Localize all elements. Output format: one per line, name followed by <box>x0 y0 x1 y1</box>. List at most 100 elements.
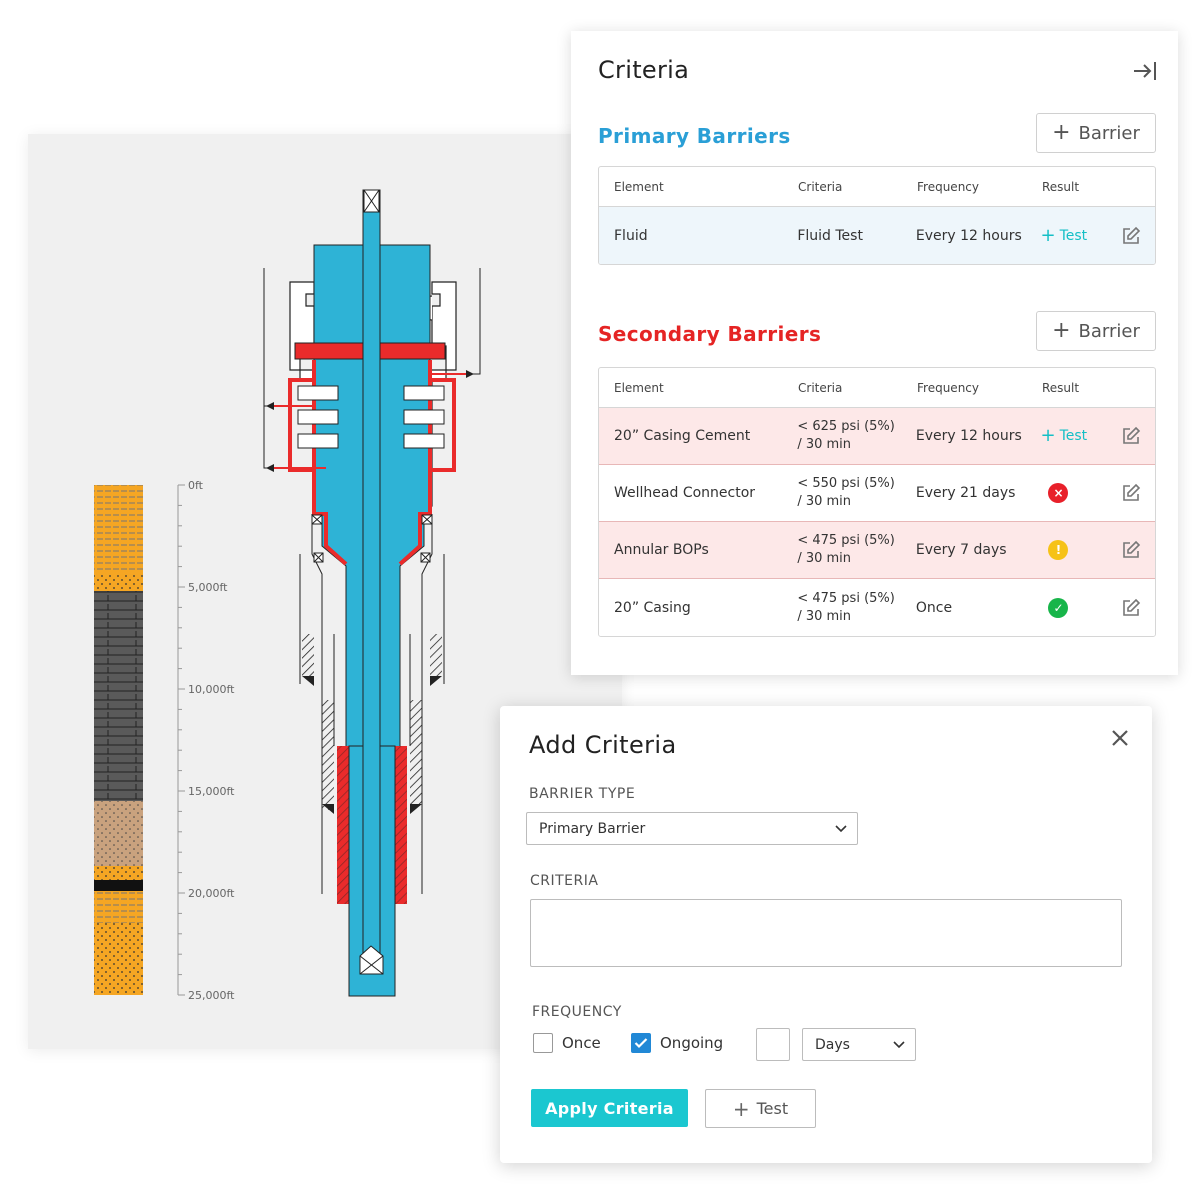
dialog-title: Add Criteria <box>529 731 677 759</box>
table-row[interactable]: Fluid Fluid Test Every 12 hours + Test <box>599 207 1155 264</box>
criteria-line: / 30 min <box>797 608 852 624</box>
row-edit <box>1107 483 1155 503</box>
criteria-panel: Criteria Primary Barriers + Barrier Elem… <box>571 31 1178 675</box>
run-test-link[interactable]: + Test <box>1040 427 1087 445</box>
header-element: Element <box>614 380 664 395</box>
barrier-type-value: Primary Barrier <box>539 820 646 837</box>
formation-column <box>94 485 143 995</box>
secondary-barriers-title: Secondary Barriers <box>598 322 822 346</box>
edit-icon[interactable] <box>1121 226 1141 246</box>
edit-icon[interactable] <box>1121 483 1141 503</box>
close-icon[interactable] <box>1110 728 1130 748</box>
check-icon: ✓ <box>1048 597 1069 618</box>
row-edit <box>1107 226 1155 246</box>
barrier-type-label: BARRIER TYPE <box>529 786 636 802</box>
row-edit <box>1107 540 1155 560</box>
plus-icon: + <box>1040 425 1056 446</box>
row-element: 20” Casing <box>614 599 691 616</box>
edit-icon[interactable] <box>1121 598 1141 618</box>
row-result: + Test <box>1025 226 1107 245</box>
panel-title: Criteria <box>598 56 690 84</box>
add-barrier-label: Barrier <box>1078 122 1140 144</box>
row-result: ! <box>1025 540 1107 560</box>
depth-tick-label: 25,000ft <box>188 989 235 1002</box>
add-secondary-barrier-button[interactable]: + Barrier <box>1036 311 1156 351</box>
table-row[interactable]: 20” Casing < 475 psi (5%) / 30 min Once … <box>599 579 1155 636</box>
test-label: Test <box>1059 227 1088 244</box>
criteria-line: < 475 psi (5%) <box>797 533 895 548</box>
chevron-down-icon <box>893 1040 905 1048</box>
row-frequency: Once <box>915 599 953 616</box>
header-frequency: Frequency <box>917 380 979 395</box>
interval-unit-select[interactable]: Days <box>802 1028 916 1061</box>
table-row[interactable]: Annular BOPs < 475 psi (5%) / 30 min Eve… <box>599 522 1155 579</box>
once-checkbox-row[interactable]: Once <box>533 1033 601 1053</box>
add-test-button[interactable]: + Test <box>705 1089 816 1128</box>
criteria-line: / 30 min <box>797 494 852 509</box>
depth-tick-label: 0ft <box>188 479 204 492</box>
table-row[interactable]: 20” Casing Cement < 625 psi (5%) / 30 mi… <box>599 408 1155 465</box>
table-row[interactable]: Wellhead Connector < 550 psi (5%) / 30 m… <box>599 465 1155 522</box>
plus-icon: + <box>732 1096 750 1121</box>
header-criteria: Criteria <box>798 380 843 395</box>
depth-tick-label: 5,000ft <box>188 581 228 594</box>
add-primary-barrier-button[interactable]: + Barrier <box>1036 113 1156 153</box>
primary-barriers-table: Element Criteria Frequency Result Fluid … <box>598 166 1156 265</box>
apply-criteria-button[interactable]: Apply Criteria <box>531 1089 688 1127</box>
criteria-line: < 475 psi (5%) <box>797 590 895 606</box>
plus-icon: + <box>1052 120 1071 145</box>
interval-input[interactable] <box>756 1028 790 1061</box>
row-criteria: < 475 psi (5%) / 30 min <box>782 590 901 626</box>
chevron-down-icon <box>835 824 847 832</box>
row-element: Fluid <box>614 227 648 244</box>
row-frequency: Every 21 days <box>915 485 1016 501</box>
row-element: Annular BOPs <box>614 542 709 558</box>
collapse-right-icon[interactable] <box>1132 59 1158 83</box>
tubing-top-cap <box>363 189 380 213</box>
depth-scale: 0ft 5,000ft 10,000ft 15,000ft 20,000ft 25,000… <box>177 479 235 1002</box>
row-criteria: < 550 psi (5%) / 30 min <box>782 475 901 511</box>
once-checkbox[interactable] <box>533 1033 553 1053</box>
depth-tick-label: 20,000ft <box>188 887 235 900</box>
edit-icon[interactable] <box>1121 540 1141 560</box>
row-criteria: < 625 psi (5%) / 30 min <box>782 418 901 454</box>
barrier-type-select[interactable]: Primary Barrier <box>526 812 858 845</box>
table-header: Element Criteria Frequency Result <box>599 368 1155 408</box>
checkmark-icon <box>634 1038 648 1049</box>
once-label: Once <box>562 1034 601 1052</box>
header-criteria: Criteria <box>798 179 843 194</box>
row-result: + Test <box>1025 427 1107 445</box>
header-result: Result <box>1042 380 1080 395</box>
test-button-label: Test <box>756 1099 789 1118</box>
tubing-string <box>362 189 381 971</box>
add-barrier-label: Barrier <box>1078 320 1140 342</box>
add-criteria-dialog: Add Criteria BARRIER TYPE Primary Barrie… <box>500 706 1152 1163</box>
criteria-line: Fluid Test <box>797 227 863 244</box>
ongoing-checkbox-row[interactable]: Ongoing <box>631 1033 723 1053</box>
depth-tick-label: 10,000ft <box>188 683 235 696</box>
row-result: ✓ <box>1025 597 1107 618</box>
row-edit <box>1107 426 1155 446</box>
interval-unit-value: Days <box>815 1036 850 1053</box>
row-criteria: < 475 psi (5%) / 30 min <box>782 532 901 568</box>
criteria-label: CRITERIA <box>530 873 599 889</box>
ongoing-checkbox[interactable] <box>631 1033 651 1053</box>
row-result: × <box>1025 483 1107 503</box>
criteria-textarea[interactable] <box>530 899 1122 967</box>
row-element: Wellhead Connector <box>614 485 756 501</box>
criteria-line: < 625 psi (5%) <box>797 419 895 434</box>
warning-icon: ! <box>1048 540 1069 560</box>
header-result: Result <box>1042 179 1080 194</box>
ongoing-label: Ongoing <box>660 1034 724 1052</box>
edit-icon[interactable] <box>1121 426 1141 446</box>
criteria-line: / 30 min <box>797 551 852 566</box>
primary-barriers-title: Primary Barriers <box>598 124 791 148</box>
row-criteria: Fluid Test <box>782 227 901 245</box>
row-frequency: Every 12 hours <box>915 227 1022 244</box>
header-frequency: Frequency <box>917 179 979 194</box>
table-header: Element Criteria Frequency Result <box>599 167 1155 207</box>
test-label: Test <box>1059 428 1088 444</box>
criteria-line: < 550 psi (5%) <box>797 476 895 491</box>
depth-tick-label: 15,000ft <box>188 785 235 798</box>
run-test-link[interactable]: + Test <box>1040 226 1088 245</box>
